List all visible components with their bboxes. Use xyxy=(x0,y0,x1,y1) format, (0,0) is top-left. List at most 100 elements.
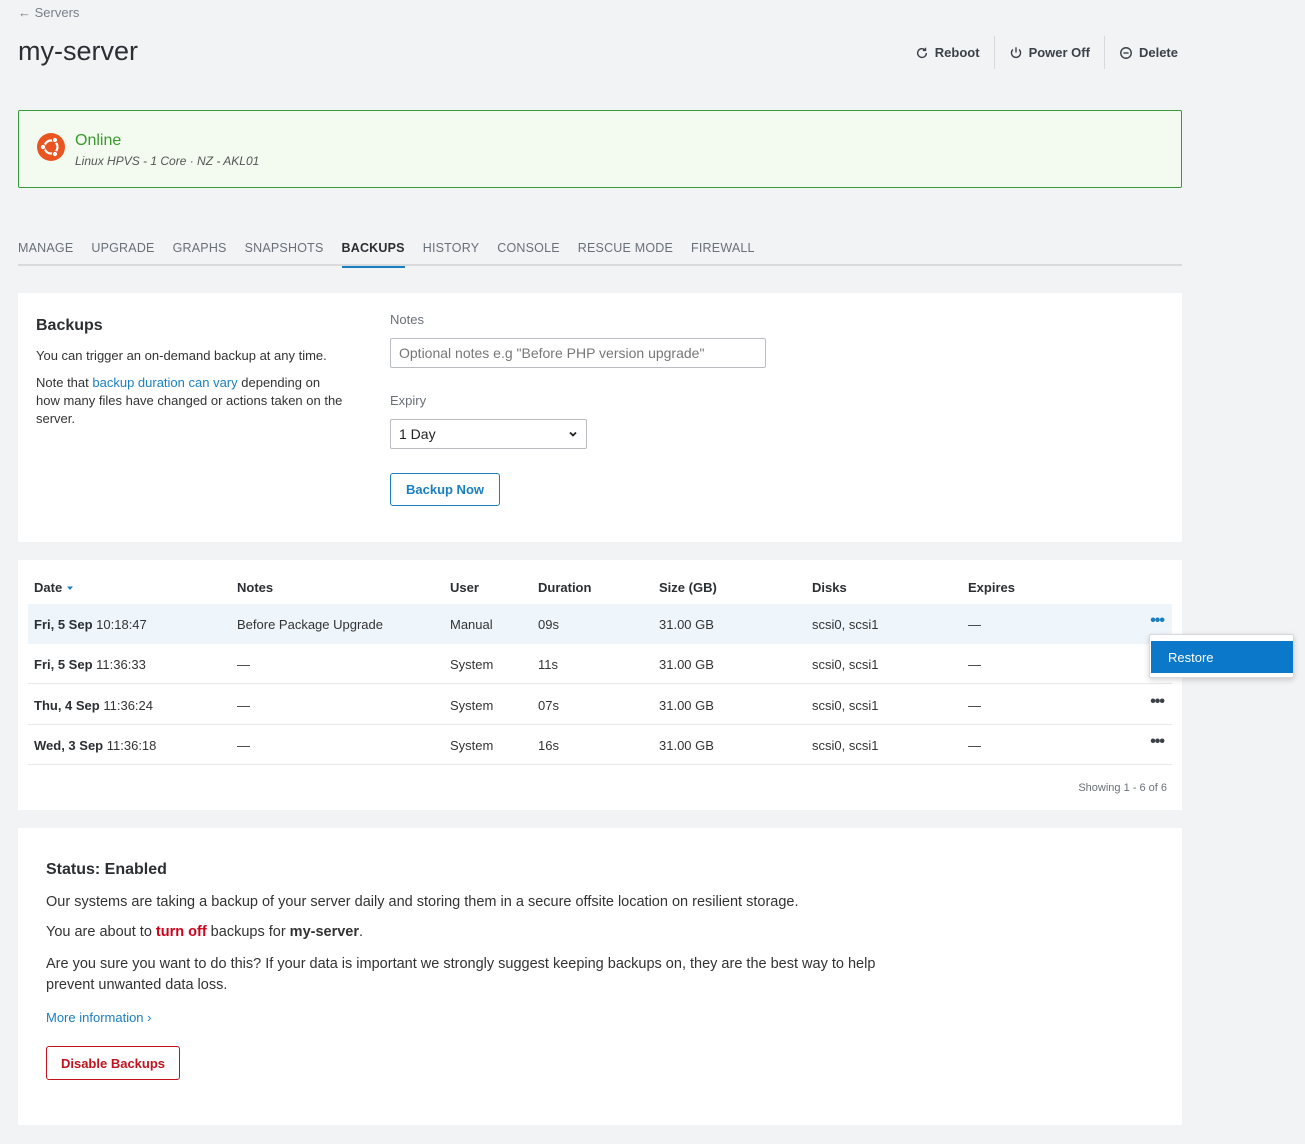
row-date-day: Fri, 5 Sep xyxy=(34,617,93,632)
row-notes: — xyxy=(237,698,250,713)
column-disks: Disks xyxy=(812,580,847,595)
row-date: Thu, 4 Sep 11:36:24 xyxy=(34,698,153,713)
server-actions: Reboot Power Off Delete xyxy=(901,36,1182,69)
back-to-servers-link[interactable]: ← Servers xyxy=(18,5,79,20)
column-notes: Notes xyxy=(237,580,274,595)
ubuntu-logo-icon xyxy=(37,133,65,161)
server-tabs: MANAGE UPGRADE GRAPHS SNAPSHOTS BACKUPS … xyxy=(18,240,1182,268)
column-date-label: Date xyxy=(34,580,63,595)
restore-menu-item[interactable]: Restore xyxy=(1151,641,1293,673)
row-date: Wed, 3 Sep 11:36:18 xyxy=(34,738,156,753)
row-actions-icon[interactable]: ••• xyxy=(1150,693,1165,711)
expiry-select[interactable]: 1 Day xyxy=(390,419,587,449)
row-size: 31.00 GB xyxy=(659,657,714,672)
row-user: System xyxy=(450,657,494,672)
row-date-time: 11:36:24 xyxy=(103,698,153,713)
row-expires: — xyxy=(968,738,981,753)
warning-server-name: my-server xyxy=(289,924,359,940)
server-status-panel: Online Linux HPVS - 1 Core · NZ - AKL01 xyxy=(18,110,1182,188)
row-disks: scsi0, scsi1 xyxy=(812,657,879,672)
row-date-day: Fri, 5 Sep xyxy=(34,657,93,672)
row-actions-icon[interactable]: ••• xyxy=(1150,733,1165,751)
backup-form-heading: Backups xyxy=(36,317,103,334)
row-actions-menu: Restore xyxy=(1149,634,1294,678)
notes-label: Notes xyxy=(390,312,424,327)
row-date-time: 11:36:33 xyxy=(96,657,146,672)
row-disks: scsi0, scsi1 xyxy=(812,617,879,632)
table-header: Date Notes User Duration Size (GB) Disks… xyxy=(28,580,1172,604)
minus-circle-icon xyxy=(1120,46,1132,59)
row-disks: scsi0, scsi1 xyxy=(812,698,879,713)
refresh-icon xyxy=(916,47,927,58)
column-expires: Expires xyxy=(968,580,1015,595)
backups-table-card: Date Notes User Duration Size (GB) Disks… xyxy=(18,560,1182,810)
table-row[interactable]: Fri, 5 Sep 10:18:47 Before Package Upgra… xyxy=(28,604,1172,644)
tab-backups[interactable]: BACKUPS xyxy=(341,240,405,268)
confirm-question: Are you sure you want to do this? If you… xyxy=(46,956,876,993)
row-disks: scsi0, scsi1 xyxy=(812,738,879,753)
table-row[interactable]: Thu, 4 Sep 11:36:24 — System 07s 31.00 G… xyxy=(28,685,1172,725)
row-user: System xyxy=(450,698,494,713)
warning-suffix: . xyxy=(359,924,364,940)
power-off-label: Power Off xyxy=(1028,45,1090,60)
page-title: my-server xyxy=(18,36,138,66)
row-date: Fri, 5 Sep 11:36:33 xyxy=(34,657,146,672)
row-expires: — xyxy=(968,657,981,672)
pagination-summary: Showing 1 - 6 of 6 xyxy=(1078,782,1167,794)
power-icon xyxy=(1010,46,1021,58)
reboot-label: Reboot xyxy=(934,45,980,60)
backup-now-button[interactable]: Backup Now xyxy=(390,473,500,506)
row-size: 31.00 GB xyxy=(659,738,714,753)
backup-status-description: Our systems are taking a backup of your … xyxy=(46,894,799,910)
warning-middle: backups for xyxy=(206,924,290,940)
note-prefix: Note that xyxy=(36,375,93,390)
row-size: 31.00 GB xyxy=(659,698,714,713)
backup-description: You can trigger an on-demand backup at a… xyxy=(36,348,327,363)
table-row[interactable]: Fri, 5 Sep 11:36:33 — System 11s 31.00 G… xyxy=(28,644,1172,684)
backup-status-card: Status: Enabled Our systems are taking a… xyxy=(18,828,1182,1125)
tab-manage[interactable]: MANAGE xyxy=(18,240,73,266)
tab-graphs[interactable]: GRAPHS xyxy=(173,240,227,266)
row-expires: — xyxy=(968,617,981,632)
delete-button[interactable]: Delete xyxy=(1105,36,1182,69)
tab-console[interactable]: CONSOLE xyxy=(497,240,560,266)
tab-snapshots[interactable]: SNAPSHOTS xyxy=(245,240,324,266)
row-expires: — xyxy=(968,698,981,713)
notes-input[interactable] xyxy=(390,338,766,368)
row-duration: 16s xyxy=(538,738,559,753)
row-actions-icon[interactable]: ••• xyxy=(1150,612,1165,630)
chevron-down-icon xyxy=(569,431,577,437)
backup-duration-note: Note that backup duration can vary depen… xyxy=(36,374,346,428)
expiry-value: 1 Day xyxy=(399,426,436,442)
row-date-time: 11:36:18 xyxy=(106,738,157,753)
backup-form-card: Backups You can trigger an on-demand bac… xyxy=(18,293,1182,542)
column-duration: Duration xyxy=(538,580,592,595)
expiry-label: Expiry xyxy=(390,393,427,408)
row-notes: Before Package Upgrade xyxy=(237,617,383,632)
backup-status-heading: Status: Enabled xyxy=(46,861,167,878)
disable-backups-button[interactable]: Disable Backups xyxy=(46,1046,180,1080)
row-date-day: Wed, 3 Sep xyxy=(34,738,104,753)
turn-off-highlight: turn off xyxy=(155,924,207,940)
more-information-link[interactable]: More information › xyxy=(46,1010,151,1025)
row-notes: — xyxy=(237,657,250,672)
tab-upgrade[interactable]: UPGRADE xyxy=(91,240,154,266)
column-date[interactable]: Date xyxy=(34,580,74,595)
server-details: Linux HPVS - 1 Core · NZ - AKL01 xyxy=(75,154,260,168)
turn-off-warning: You are about to turn off backups for my… xyxy=(46,922,363,943)
column-user: User xyxy=(450,580,479,595)
tab-firewall[interactable]: FIREWALL xyxy=(691,240,755,266)
backup-duration-link[interactable]: backup duration can vary xyxy=(92,375,237,390)
tab-history[interactable]: HISTORY xyxy=(423,240,480,266)
tab-rescue-mode[interactable]: RESCUE MODE xyxy=(578,240,673,266)
row-notes: — xyxy=(237,738,250,753)
row-date-time: 10:18:47 xyxy=(96,617,147,632)
row-size: 31.00 GB xyxy=(659,617,714,632)
row-user: Manual xyxy=(450,617,493,632)
table-row[interactable]: Wed, 3 Sep 11:36:18 — System 16s 31.00 G… xyxy=(28,725,1172,765)
reboot-button[interactable]: Reboot xyxy=(901,36,995,69)
row-duration: 09s xyxy=(538,617,559,632)
server-status: Online xyxy=(75,132,122,149)
delete-label: Delete xyxy=(1138,45,1178,60)
power-off-button[interactable]: Power Off xyxy=(995,36,1105,69)
